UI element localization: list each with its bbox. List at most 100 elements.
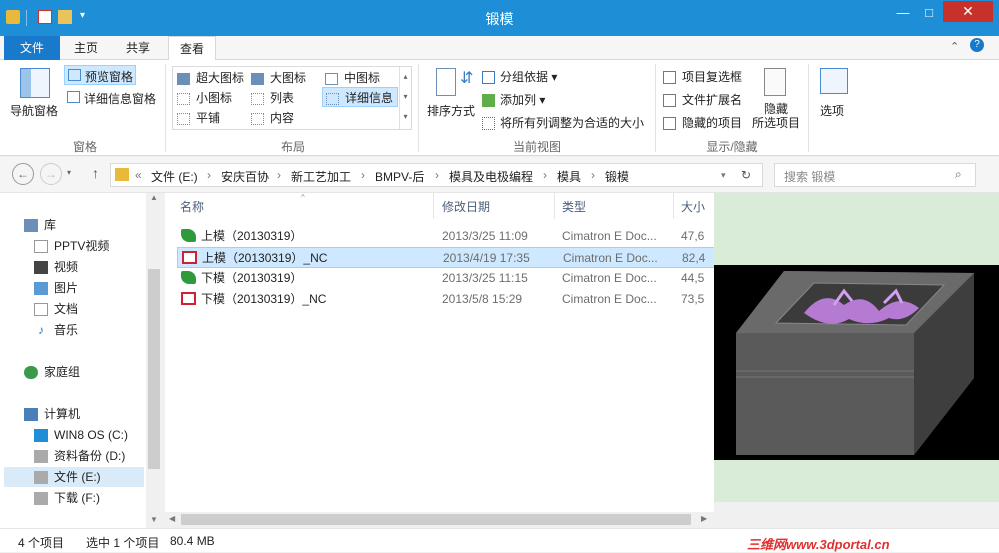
minimize-icon[interactable]: — (890, 4, 916, 22)
search-icon[interactable]: ⌕ (955, 167, 962, 182)
nav-item-drive-c[interactable]: WIN8 OS (C:) (34, 425, 128, 445)
breadcrumb-item[interactable]: 文件 (E:) (151, 168, 198, 185)
small-icons-option[interactable]: 小图标 (177, 89, 232, 106)
file-extensions-toggle[interactable]: 文件扩展名 (663, 91, 742, 108)
address-dropdown-icon[interactable]: ▾ (721, 170, 726, 181)
breadcrumb-item[interactable]: 模具 (557, 168, 581, 185)
nav-scrollbar[interactable]: ▲ ▼ (146, 193, 162, 528)
recent-locations-icon[interactable]: ▾ (67, 168, 71, 177)
file-row[interactable]: 上模（20130319）_NC 2013/4/19 17:35 Cimatron E… (177, 247, 717, 268)
ribbon: 导航窗格 预览窗格 详细信息窗格 窗格 超大图标 大图标 中图标 小图标 列表 … (0, 60, 999, 156)
column-header-modified[interactable]: 修改日期 (442, 198, 490, 215)
minimize-ribbon-icon[interactable]: ⌃ (950, 40, 959, 53)
breadcrumb-item[interactable]: 锻模 (605, 168, 629, 185)
file-type: Cimatron E Doc... (562, 271, 657, 285)
status-bar: 4 个项目 选中 1 个项目 80.4 MB 三维网www.3dportal.c… (0, 528, 999, 552)
nav-item-video[interactable]: 视频 (34, 257, 78, 277)
nav-item-pictures[interactable]: 图片 (34, 278, 78, 298)
large-icons-option[interactable]: 大图标 (251, 69, 306, 86)
ribbon-tabs: 文件 主页 共享 查看 ⌃ ? (0, 36, 999, 61)
nav-item-documents[interactable]: 文档 (34, 299, 78, 319)
navigation-pane-label: 导航窗格 (10, 104, 59, 118)
item-checkboxes-toggle[interactable]: 项目复选框 (663, 68, 742, 85)
file-type: Cimatron E Doc... (563, 251, 658, 265)
horizontal-scrollbar[interactable]: ◀ ▶ (165, 512, 714, 528)
size-columns-icon (482, 117, 495, 131)
file-row[interactable]: 下模（20130319）_NC 2013/5/8 15:29 Cimatron E … (177, 289, 717, 310)
nav-item-drive-d[interactable]: 资料备份 (D:) (34, 446, 125, 466)
nav-item-pptv[interactable]: PPTV视频 (34, 236, 109, 256)
library-icon (24, 219, 38, 233)
help-icon[interactable]: ? (970, 38, 984, 52)
file-row[interactable]: 上模（20130319） 2013/3/25 11:09 Cimatron E Do… (177, 226, 717, 247)
add-columns-button[interactable]: 添加列 ▾ (482, 91, 545, 108)
file-size: 73,5 (681, 292, 705, 306)
nav-item-music[interactable]: ♪ 音乐 (34, 320, 78, 340)
options-button[interactable]: 选项 (814, 66, 854, 126)
cimatron-part-icon (181, 271, 196, 284)
breadcrumb-item[interactable]: 模具及电极编程 (449, 168, 533, 185)
tab-home[interactable]: 主页 (64, 36, 108, 60)
tab-view[interactable]: 查看 (168, 36, 216, 61)
breadcrumb-item[interactable]: 安庆百协 (221, 168, 269, 185)
watermark: 三维网www.3dportal.cn (747, 537, 890, 552)
tiles-option[interactable]: 平铺 (177, 109, 220, 126)
close-icon[interactable]: ✕ (943, 1, 993, 22)
navigation-pane-button[interactable]: 导航窗格 (8, 66, 58, 134)
content-option[interactable]: 内容 (251, 109, 294, 126)
size-all-columns-button[interactable]: 将所有列调整为合适的大小 (482, 114, 644, 131)
title-bar: ▾ 锻模 — □ ✕ (0, 0, 999, 36)
hidden-items-toggle[interactable]: 隐藏的项目 (663, 114, 742, 131)
group-by-button[interactable]: 分组依据 ▾ (482, 68, 557, 85)
nav-item-drive-e[interactable]: 文件 (E:) (4, 467, 144, 487)
nav-item-drive-f[interactable]: 下载 (F:) (34, 488, 100, 508)
address-box[interactable]: « 文件 (E:) › 安庆百协 › 新工艺加工 › BMPV-后 › 模具及电… (110, 163, 763, 187)
folder-icon (115, 168, 129, 181)
show-hide-group-label: 显示/隐藏 (706, 140, 758, 154)
up-icon[interactable]: ↑ (92, 165, 99, 181)
details-pane-button[interactable]: 详细信息窗格 (64, 88, 160, 108)
details-option[interactable]: 详细信息 (322, 87, 398, 107)
file-type: Cimatron E Doc... (562, 229, 657, 243)
selected-size: 80.4 MB (170, 534, 215, 548)
forward-icon[interactable]: → (40, 163, 62, 185)
maximize-icon[interactable]: □ (916, 4, 942, 22)
breadcrumb-item[interactable]: BMPV-后 (375, 168, 424, 185)
address-bar: ← → ▾ ↑ « 文件 (E:) › 安庆百协 › 新工艺加工 › BMPV-… (0, 157, 999, 193)
drive-icon (34, 492, 48, 506)
refresh-icon[interactable]: ↻ (741, 168, 751, 182)
pane-group-label: 窗格 (72, 140, 97, 154)
column-header-name[interactable]: 名称 (180, 198, 204, 215)
file-row[interactable]: 下模（20130319） 2013/3/25 11:15 Cimatron E Do… (177, 268, 717, 289)
column-header-size[interactable]: 大小 (681, 198, 705, 215)
gallery-scroll[interactable]: ▴ ▾ ▾ (399, 67, 411, 129)
nav-item-homegroup[interactable]: 家庭组 (24, 362, 80, 382)
sort-indicator-icon: ^ (301, 193, 305, 202)
sort-by-button[interactable]: ⇵ 排序方式 (424, 66, 478, 132)
file-size: 82,4 (682, 251, 706, 265)
cimatron-part-icon (181, 229, 196, 242)
tab-share[interactable]: 共享 (116, 36, 160, 60)
file-size: 44,5 (681, 271, 705, 285)
details-pane-label: 详细信息窗格 (84, 92, 157, 106)
preview-pane-button[interactable]: 预览窗格 (64, 65, 136, 85)
medium-icons-option[interactable]: 中图标 (325, 69, 380, 86)
extra-large-icons-option[interactable]: 超大图标 (177, 69, 244, 86)
hide-selected-icon (764, 68, 786, 96)
hide-selected-button[interactable]: 隐藏 所选项目 (748, 66, 804, 134)
nav-item-computer[interactable]: 计算机 (24, 404, 80, 424)
pictures-icon (34, 282, 48, 296)
checkbox (663, 94, 676, 108)
breadcrumb-overflow[interactable]: « (135, 168, 142, 182)
column-header-type[interactable]: 类型 (562, 198, 586, 215)
nav-item-library[interactable]: 库 (24, 215, 56, 235)
file-size: 47,6 (681, 229, 705, 243)
back-icon[interactable]: ← (12, 163, 34, 185)
cimatron-nc-icon (182, 251, 197, 264)
drive-icon (34, 471, 48, 485)
file-name: 上模（20130319）_NC (202, 251, 328, 265)
list-option[interactable]: 列表 (251, 89, 294, 106)
search-input[interactable]: 搜索 锻模 ⌕ (774, 163, 976, 187)
tab-file[interactable]: 文件 (4, 36, 60, 60)
breadcrumb-item[interactable]: 新工艺加工 (291, 168, 351, 185)
